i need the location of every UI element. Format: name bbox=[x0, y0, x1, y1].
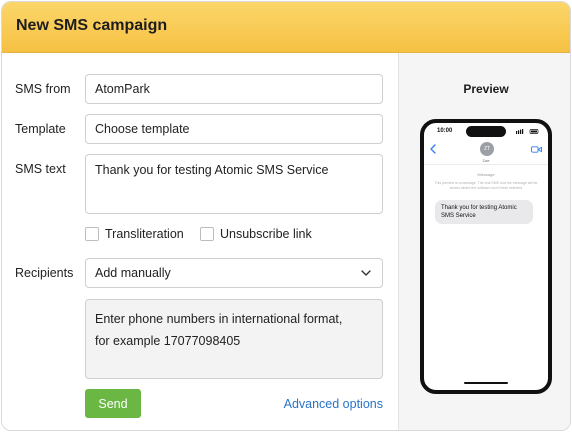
video-camera-icon bbox=[531, 146, 542, 153]
phone-numbers-placeholder-line2: for example 17077098405 bbox=[95, 334, 241, 348]
recipients-label: Recipients bbox=[15, 266, 74, 280]
home-indicator bbox=[464, 382, 508, 384]
page-title: New SMS campaign bbox=[16, 17, 168, 34]
unsubscribe-checkbox[interactable] bbox=[200, 227, 214, 241]
thread-header: iMessage bbox=[477, 172, 495, 177]
chevron-down-icon bbox=[361, 270, 371, 276]
thread-note: This preview is a message. The real SMS … bbox=[434, 181, 538, 190]
transliteration-checkbox[interactable] bbox=[85, 227, 99, 241]
template-label: Template bbox=[15, 122, 66, 136]
preview-title: Preview bbox=[463, 82, 509, 96]
phone-notch bbox=[466, 126, 506, 137]
send-button[interactable]: Send bbox=[85, 389, 141, 418]
sms-text-input[interactable]: Thank you for testing Atomic SMS Service bbox=[85, 154, 383, 214]
contact-name: Zoe bbox=[482, 158, 490, 163]
sms-text-label: SMS text bbox=[15, 162, 66, 176]
chevron-left-icon bbox=[430, 144, 436, 154]
status-bar-icons bbox=[516, 129, 539, 134]
sms-from-input[interactable]: AtomPark bbox=[85, 74, 383, 104]
campaign-form: SMS from AtomPark Template Choose templa… bbox=[2, 53, 398, 430]
transliteration-label: Transliteration bbox=[105, 227, 184, 241]
contact-avatar: ZT bbox=[480, 142, 494, 156]
phone-time: 10:00 bbox=[437, 128, 453, 134]
template-select[interactable]: Choose template bbox=[85, 114, 383, 144]
preview-panel: Preview 10:00 ZT Zoe iMessage This previ… bbox=[398, 53, 570, 430]
advanced-options-link[interactable]: Advanced options bbox=[284, 397, 383, 411]
unsubscribe-option[interactable]: Unsubscribe link bbox=[200, 227, 312, 241]
phone-mockup: 10:00 ZT Zoe iMessage This preview is a … bbox=[420, 119, 552, 394]
thread-divider bbox=[424, 164, 548, 165]
recipients-selected-value: Add manually bbox=[95, 266, 171, 280]
unsubscribe-label: Unsubscribe link bbox=[220, 227, 312, 241]
phone-numbers-input[interactable]: Enter phone numbers in international for… bbox=[85, 299, 383, 379]
window-header: New SMS campaign bbox=[2, 2, 570, 53]
phone-numbers-placeholder-line1: Enter phone numbers in international for… bbox=[95, 312, 343, 326]
recipients-select[interactable]: Add manually bbox=[85, 258, 383, 288]
transliteration-option[interactable]: Transliteration bbox=[85, 227, 184, 241]
campaign-window: New SMS campaign SMS from AtomPark Templ… bbox=[1, 1, 571, 431]
sms-from-label: SMS from bbox=[15, 82, 71, 96]
message-bubble: Thank you for testing Atomic SMS Service bbox=[435, 200, 533, 224]
